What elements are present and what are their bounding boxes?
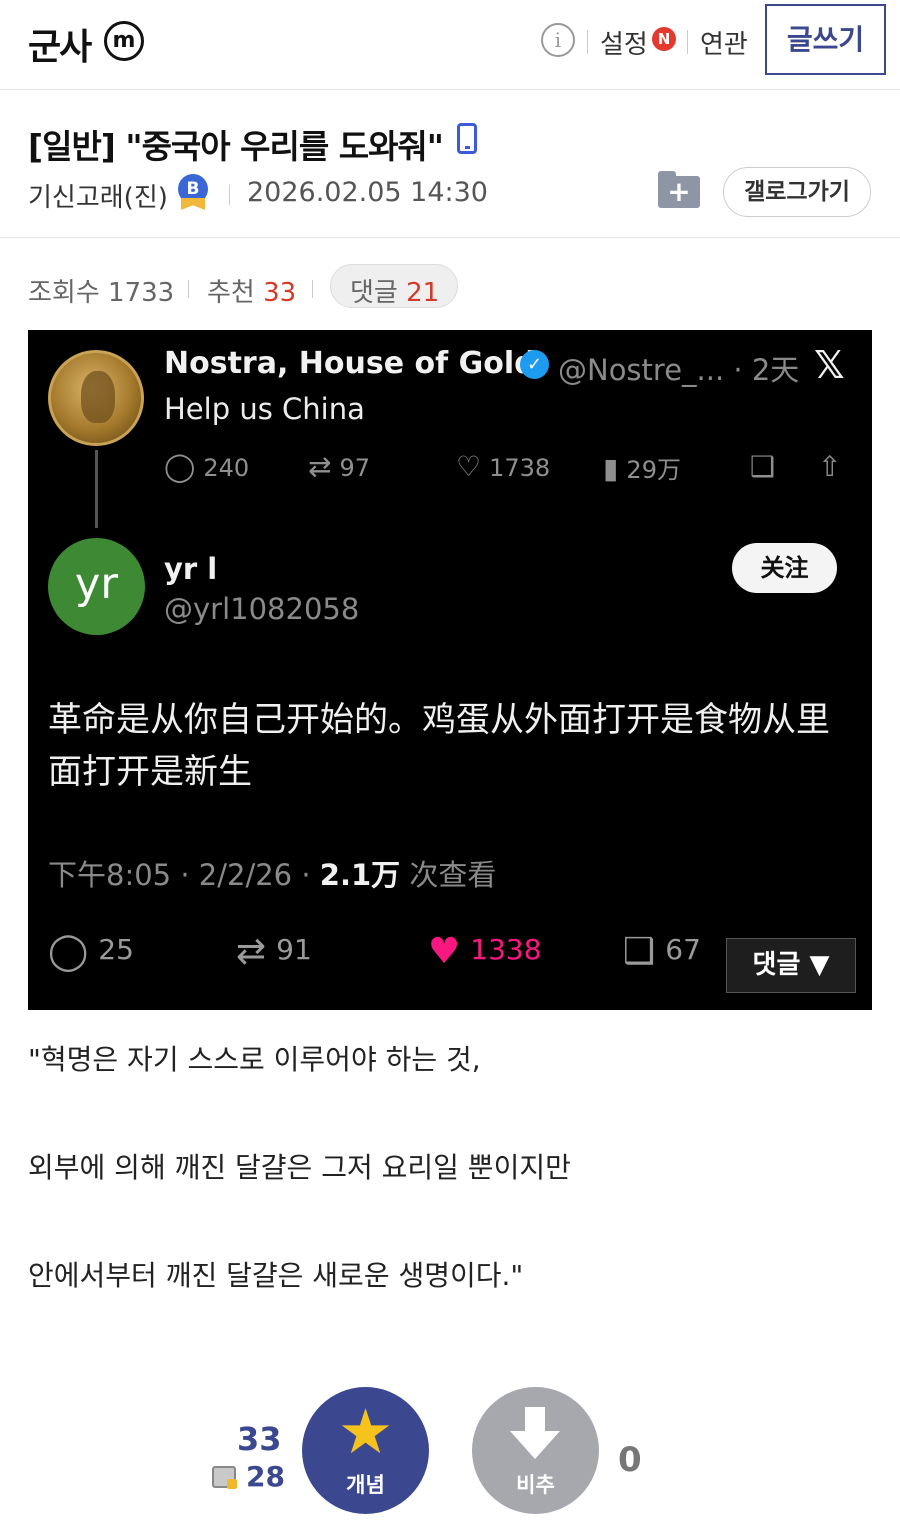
comments-stat[interactable]: 댓글 21 — [350, 272, 439, 309]
tweet-screenshot: Nostra, House of Gold ✓ @Nostre_... · 2天… — [28, 330, 872, 1010]
settings-link[interactable]: 설정 — [600, 24, 648, 61]
heart-icon: ♡ — [456, 450, 482, 483]
body-line-3: 안에서부터 깨진 달걀은 새로운 생명이다." — [28, 1259, 524, 1292]
upvote-label: 개념 — [346, 1473, 385, 1497]
scrap-folder-icon[interactable]: + — [658, 171, 700, 208]
post-date: 2026.02.05 14:30 — [247, 177, 488, 208]
views-icon: ▮ — [603, 452, 619, 485]
related-link[interactable]: 연관 — [700, 24, 748, 61]
retweet-icon: ⇄ — [308, 450, 332, 483]
tweet-text: Help us China — [164, 392, 365, 426]
reply-metric: ◯ 240 — [164, 450, 250, 483]
post-title: [일반] "중국아 우리를 도와줘" — [28, 127, 444, 166]
views-metric: ▮ 29万 — [603, 452, 681, 485]
tweet-author-name: Nostra, House of Gold — [164, 346, 536, 381]
retweet-icon: ⇄ — [236, 931, 267, 972]
comment-jump-button[interactable]: 댓글 ▼ — [726, 938, 856, 993]
info-icon[interactable]: i — [541, 23, 575, 57]
reply-bookmarks: ❑ 67 — [623, 931, 701, 972]
reply-meta: 下午8:05 · 2/2/26 · 2.1万 次查看 — [48, 858, 497, 892]
downvote-button[interactable]: 비추 — [472, 1387, 599, 1514]
fixed-upvote-count: 28 — [246, 1460, 285, 1493]
top-bar: 군사 m i 설정 N 연관 글쓰기 — [0, 0, 900, 90]
star-icon: ★ — [337, 1395, 394, 1468]
reply-likes: ♥ 1338 — [428, 931, 542, 972]
retweet-metric: ⇄ 97 — [308, 450, 371, 483]
mobile-mark-icon[interactable]: m — [104, 21, 144, 61]
divider — [312, 280, 313, 298]
like-metric: ♡ 1738 — [456, 450, 551, 483]
reply-text: 革命是从你自己开始的。鸡蛋从外面打开是食物从里面打开是新生 — [48, 700, 830, 792]
write-button[interactable]: 글쓰기 — [765, 4, 886, 75]
reply-retweets: ⇄ 91 — [236, 931, 312, 972]
reply-author-name: yr l — [164, 552, 218, 586]
bookmark-icon: ❑ — [623, 931, 656, 972]
down-arrow-icon — [510, 1407, 560, 1459]
reply-replies: ◯ 25 — [48, 931, 134, 972]
heart-filled-icon: ♥ — [428, 931, 461, 972]
recommend-stat: 추천 33 — [207, 278, 297, 308]
divider — [687, 30, 688, 54]
share-icon: ⇧ — [818, 450, 842, 483]
author-name[interactable]: 기신고래(진) — [28, 177, 168, 214]
reply-icon: ◯ — [164, 450, 196, 483]
reply-avatar: yr — [48, 538, 145, 635]
tweet-handle-time: @Nostre_... · 2天 — [558, 353, 800, 387]
upvote-button[interactable]: ★ 개념 — [302, 1387, 429, 1514]
new-badge: N — [652, 27, 676, 51]
follow-button: 关注 — [732, 543, 837, 593]
divider — [587, 30, 588, 54]
mobile-post-icon — [457, 123, 477, 154]
gallery-logo[interactable]: 군사 — [28, 18, 92, 70]
coin-avatar — [48, 350, 144, 446]
divider — [229, 185, 230, 205]
body-line-1: "혁명은 자기 스스로 이루어야 하는 것, — [28, 1043, 481, 1076]
gallog-button[interactable]: 갤로그가기 — [723, 167, 871, 217]
downvote-label: 비추 — [516, 1473, 555, 1497]
downvote-count: 0 — [618, 1440, 642, 1480]
author-badge-icon: B — [177, 174, 209, 210]
divider — [0, 237, 900, 238]
upvote-count: 33 — [237, 1420, 282, 1458]
fixed-user-icon — [212, 1466, 237, 1489]
body-line-2: 외부에 의해 깨진 달걀은 그저 요리일 뿐이지만 — [28, 1151, 571, 1184]
divider — [188, 280, 189, 298]
reply-icon: ◯ — [48, 931, 89, 972]
bookmark-icon: ❑ — [750, 450, 776, 483]
thread-line — [95, 450, 98, 528]
x-logo-icon: 𝕏 — [814, 343, 845, 387]
verified-icon: ✓ — [520, 350, 549, 379]
views-stat: 조회수 1733 — [28, 278, 175, 308]
reply-author-handle: @yrl1082058 — [164, 592, 360, 626]
